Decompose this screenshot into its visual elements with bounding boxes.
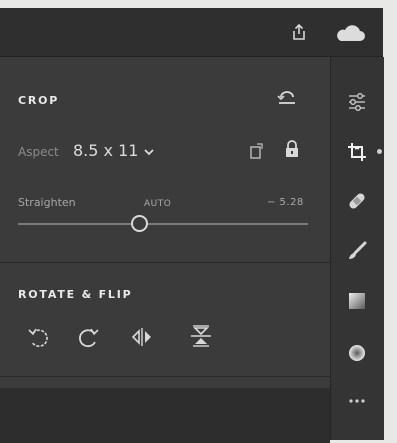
- top-bar: [0, 8, 383, 57]
- section-divider: [0, 376, 330, 377]
- more-icon[interactable]: [346, 390, 368, 412]
- section-divider: [0, 262, 330, 263]
- crop-panel: CROP Aspect 8.5 x 11 Straighten AUTO − 5…: [0, 57, 330, 440]
- straighten-slider-thumb[interactable]: [131, 215, 149, 232]
- healing-icon[interactable]: [346, 190, 368, 212]
- reset-icon[interactable]: [276, 89, 298, 107]
- active-indicator: [377, 149, 382, 154]
- aspect-label: Aspect: [18, 145, 59, 159]
- rotate-cw-icon[interactable]: [77, 325, 101, 349]
- auto-button[interactable]: AUTO: [144, 199, 171, 209]
- share-icon[interactable]: [288, 21, 310, 43]
- tool-rail: [330, 57, 384, 440]
- straighten-label: Straighten: [18, 196, 76, 209]
- straighten-slider-track[interactable]: [18, 223, 308, 225]
- straighten-value: − 5.28: [267, 197, 304, 208]
- lock-icon[interactable]: [283, 138, 301, 160]
- sliders-icon[interactable]: [346, 91, 368, 113]
- radial-icon[interactable]: [346, 342, 368, 364]
- flip-vertical-icon[interactable]: [188, 323, 214, 349]
- rotate-ccw-icon[interactable]: [26, 325, 50, 349]
- swap-orientation-icon[interactable]: [248, 139, 266, 161]
- cloud-icon[interactable]: [334, 22, 366, 44]
- gradient-icon[interactable]: [346, 290, 368, 312]
- editor-window: CROP Aspect 8.5 x 11 Straighten AUTO − 5…: [0, 8, 384, 440]
- chevron-down-icon: [144, 141, 155, 160]
- crop-section-title: CROP: [18, 94, 60, 107]
- aspect-value: 8.5 x 11: [73, 141, 139, 160]
- flip-horizontal-icon[interactable]: [130, 325, 154, 349]
- aspect-dropdown[interactable]: 8.5 x 11: [73, 141, 155, 160]
- rotate-flip-section-title: ROTATE & FLIP: [18, 288, 133, 301]
- photo-canvas-area: [0, 388, 330, 443]
- crop-icon[interactable]: [346, 141, 368, 163]
- brush-icon[interactable]: [346, 240, 368, 262]
